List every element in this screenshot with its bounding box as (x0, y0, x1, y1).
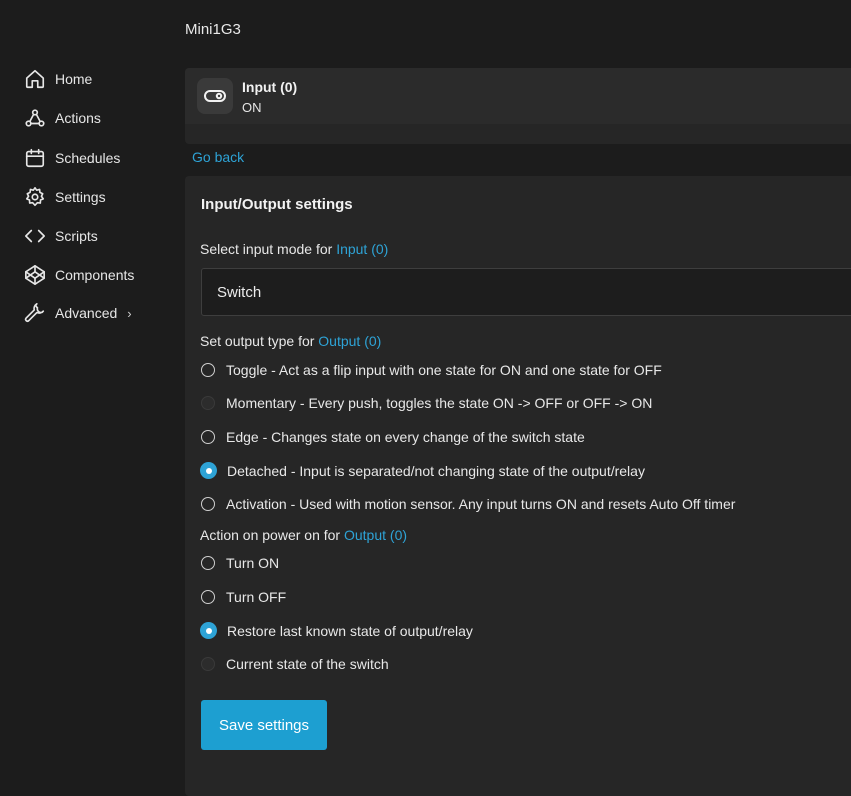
sidebar-item-actions[interactable]: Actions (24, 103, 101, 133)
go-back-link[interactable]: Go back (192, 149, 244, 165)
code-icon (24, 225, 46, 247)
output-type-option-detached[interactable]: Detached - Input is separated/not changi… (200, 462, 645, 479)
power-on-label: Action on power on for Output (0) (200, 527, 407, 543)
calendar-icon (24, 147, 46, 169)
output-type-option-edge[interactable]: Edge - Changes state on every change of … (201, 429, 585, 445)
save-settings-button[interactable]: Save settings (201, 700, 327, 750)
radio-button[interactable] (201, 430, 215, 444)
output-type-label: Set output type for Output (0) (200, 333, 381, 349)
radio-label: Detached - Input is separated/not changi… (227, 462, 645, 479)
radio-label: Restore last known state of output/relay (227, 622, 473, 639)
output-type-label-text: Set output type for (200, 333, 319, 349)
radio-label: Activation - Used with motion sensor. An… (226, 496, 736, 512)
sidebar-item-label: Components (55, 267, 135, 283)
input-mode-select[interactable]: Switch (201, 268, 851, 316)
input-mode-target: Input (0) (336, 241, 389, 257)
io-settings-panel: Input/Output settings Select input mode … (185, 176, 851, 796)
page-title: Mini1G3 (185, 21, 241, 38)
radio-button[interactable] (201, 363, 215, 377)
codepen-icon (24, 264, 46, 286)
home-icon (24, 68, 46, 90)
output-type-option-momentary[interactable]: Momentary - Every push, toggles the stat… (201, 395, 652, 411)
input-state: ON (242, 100, 262, 115)
input-mode-label-text: Select input mode for (200, 241, 337, 257)
chevron-right-icon[interactable]: › (127, 306, 131, 321)
power-on-option-turn-off[interactable]: Turn OFF (201, 589, 286, 605)
power-on-option-turn-on[interactable]: Turn ON (201, 555, 279, 571)
sidebar-item-home[interactable]: Home (24, 64, 92, 94)
wrench-icon (24, 302, 46, 324)
radio-button[interactable] (201, 556, 215, 570)
radio-button[interactable] (201, 497, 215, 511)
output-type-option-toggle[interactable]: Toggle - Act as a flip input with one st… (201, 362, 662, 378)
panel-title: Input/Output settings (201, 196, 353, 213)
radio-button[interactable] (201, 590, 215, 604)
sidebar-item-advanced[interactable]: Advanced › (24, 298, 132, 328)
input-card[interactable]: Input (0) ON (185, 68, 851, 144)
sidebar: Home Actions Schedules Settings Scripts … (0, 0, 170, 784)
gear-icon (24, 186, 46, 208)
sidebar-item-components[interactable]: Components (24, 260, 134, 290)
radio-button[interactable] (200, 462, 217, 479)
radio-label: Toggle - Act as a flip input with one st… (226, 362, 662, 378)
sidebar-item-label: Schedules (55, 150, 121, 166)
sidebar-item-schedules[interactable]: Schedules (24, 143, 120, 173)
radio-label: Turn OFF (226, 589, 287, 605)
input-name: Input (0) (242, 79, 298, 95)
input-mode-label: Select input mode for Input (0) (200, 241, 388, 257)
sidebar-item-scripts[interactable]: Scripts (24, 221, 98, 251)
power-on-option-restore[interactable]: Restore last known state of output/relay (200, 622, 473, 639)
sidebar-item-label: Home (55, 71, 93, 87)
radio-label: Turn ON (226, 555, 280, 571)
sidebar-item-label: Scripts (55, 228, 98, 244)
output-type-target: Output (0) (318, 333, 382, 349)
power-on-target: Output (0) (343, 527, 408, 543)
radio-button[interactable] (200, 622, 217, 639)
radio-label: Current state of the switch (226, 656, 389, 672)
toggle-icon (197, 78, 233, 114)
input-card-header: Input (0) ON (185, 68, 851, 124)
webhook-icon (24, 107, 46, 129)
power-on-option-switch-state[interactable]: Current state of the switch (201, 656, 389, 672)
radio-button[interactable] (201, 396, 215, 410)
sidebar-item-label: Settings (55, 189, 106, 205)
output-type-option-activation[interactable]: Activation - Used with motion sensor. An… (201, 496, 735, 512)
radio-button[interactable] (201, 657, 215, 671)
radio-label: Edge - Changes state on every change of … (226, 429, 585, 445)
power-on-label-text: Action on power on for (200, 527, 344, 543)
sidebar-item-settings[interactable]: Settings (24, 182, 106, 212)
radio-label: Momentary - Every push, toggles the stat… (226, 395, 653, 411)
sidebar-item-label: Actions (55, 110, 101, 126)
sidebar-item-label: Advanced (55, 305, 118, 321)
